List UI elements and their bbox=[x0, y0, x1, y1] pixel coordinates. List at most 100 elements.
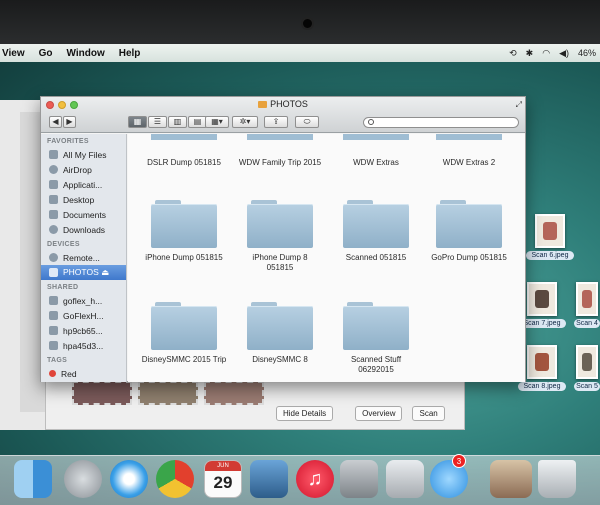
sidebar-header-favorites: FAVORITES bbox=[47, 138, 89, 145]
hide-details-button[interactable]: Hide Details bbox=[276, 405, 334, 421]
sidebar-item-shared[interactable]: hpa45d3... bbox=[41, 338, 126, 353]
finder-window[interactable]: PHOTOS ⤢ ◀ ▶ ▦ ☰ ▥ ▤ ▦▾ ✲▾ ⇪ ⬭ FAVORITES… bbox=[40, 96, 526, 382]
finder-dock-icon[interactable] bbox=[14, 460, 52, 498]
folder-name: Scanned Stuff 06292015 bbox=[350, 355, 402, 374]
photo-stack-icon[interactable] bbox=[490, 460, 532, 498]
status-menus: ⟲ ✱ ◠ ◀) 46% bbox=[509, 44, 596, 62]
folder-item[interactable]: Scanned Stuff 06292015 bbox=[331, 302, 421, 375]
sidebar-item-desktop[interactable]: Desktop bbox=[41, 192, 126, 207]
folder-name: iPhone Dump 8 051815 bbox=[252, 253, 308, 272]
folder-name: iPhone Dump 051815 bbox=[145, 253, 223, 262]
bluetooth-icon[interactable]: ✱ bbox=[526, 48, 534, 59]
folder-content[interactable]: DSLR Dump 051815 WDW Family Trip 2015 WD… bbox=[128, 134, 525, 382]
folder-name[interactable]: DSLR Dump 051815 bbox=[134, 158, 234, 167]
folder-item[interactable]: DisneySMMC 2015 Trip bbox=[139, 302, 229, 365]
image-thumbnail bbox=[527, 345, 557, 379]
window-title: PHOTOS bbox=[41, 99, 525, 109]
forward-button[interactable]: ▶ bbox=[63, 116, 76, 128]
share-button[interactable]: ⇪ bbox=[264, 116, 288, 128]
desktop-file[interactable]: Scan 5 bbox=[574, 345, 600, 391]
sidebar-item-photos[interactable]: PHOTOS ⏏ bbox=[41, 265, 126, 280]
sidebar-item-label: PHOTOS ⏏ bbox=[63, 267, 110, 277]
safari-compass-icon[interactable] bbox=[110, 460, 148, 498]
folder-icon[interactable] bbox=[247, 134, 313, 140]
folder-name[interactable]: WDW Extras 2 bbox=[419, 158, 519, 167]
folder-icon bbox=[151, 200, 217, 248]
messages-badge: 3 bbox=[452, 454, 466, 468]
menu-help[interactable]: Help bbox=[119, 48, 141, 59]
icon-view-button[interactable]: ▦ bbox=[128, 116, 147, 128]
wifi-icon[interactable]: ◠ bbox=[542, 48, 550, 59]
file-label: Scan 8.jpeg bbox=[518, 382, 566, 391]
iphoto-icon[interactable] bbox=[250, 460, 288, 498]
image-capture-camera-icon[interactable] bbox=[386, 460, 424, 498]
network-computer-icon bbox=[49, 326, 58, 335]
image-thumbnail bbox=[535, 214, 565, 248]
calendar-day: 29 bbox=[213, 473, 233, 492]
back-button[interactable]: ◀ bbox=[49, 116, 62, 128]
volume-icon[interactable]: ◀) bbox=[559, 48, 569, 59]
sidebar-item-label: All My Files bbox=[63, 149, 107, 160]
launchpad-rocket-icon[interactable] bbox=[64, 460, 102, 498]
sidebar-item-applications[interactable]: Applicati... bbox=[41, 177, 126, 192]
folder-name: DisneySMMC 8 bbox=[252, 355, 308, 364]
title-bar[interactable]: PHOTOS ⤢ ◀ ▶ ▦ ☰ ▥ ▤ ▦▾ ✲▾ ⇪ ⬭ bbox=[41, 97, 525, 133]
action-gear-icon[interactable]: ✲▾ bbox=[232, 116, 258, 128]
sidebar-item-shared[interactable]: hp9cb65... bbox=[41, 323, 126, 338]
chrome-icon[interactable] bbox=[156, 460, 194, 498]
menu-go[interactable]: Go bbox=[39, 48, 53, 59]
folder-icon[interactable] bbox=[436, 134, 502, 140]
sidebar-item-airdrop[interactable]: AirDrop bbox=[41, 162, 126, 177]
arrange-button[interactable]: ▦▾ bbox=[205, 116, 229, 128]
stamp-thumbnail bbox=[138, 381, 198, 405]
search-icon bbox=[368, 119, 374, 125]
folder-name[interactable]: WDW Family Trip 2015 bbox=[230, 158, 330, 167]
sidebar-item-label: Remote... bbox=[63, 252, 100, 263]
desktop-file[interactable]: Scan 6.jpeg bbox=[526, 214, 574, 260]
search-input[interactable] bbox=[363, 117, 519, 128]
folder-icon[interactable] bbox=[343, 134, 409, 140]
overview-button[interactable]: Overview bbox=[355, 405, 403, 421]
tags-button[interactable]: ⬭ bbox=[295, 116, 319, 128]
sidebar-item-shared[interactable]: goflex_h... bbox=[41, 293, 126, 308]
desktop-file[interactable]: Scan 4 bbox=[574, 282, 600, 328]
menu-view[interactable]: View bbox=[2, 48, 25, 59]
battery-percent[interactable]: 46% bbox=[578, 48, 596, 58]
folder-icon[interactable] bbox=[151, 134, 217, 140]
folder-item[interactable]: DisneySMMC 8 bbox=[235, 302, 325, 365]
trash-icon[interactable] bbox=[538, 460, 576, 498]
column-view-button[interactable]: ▥ bbox=[168, 116, 187, 128]
system-preferences-gear-icon[interactable] bbox=[340, 460, 378, 498]
stamp-thumbnail bbox=[72, 381, 132, 405]
camera-icon bbox=[303, 19, 312, 28]
image-capture-toolbar: Hide Details Overview Scan bbox=[276, 400, 462, 426]
file-label: Scan 5 bbox=[574, 382, 600, 391]
screen: View Go Window Help ⟲ ✱ ◠ ◀) 46% Hide De… bbox=[0, 0, 600, 505]
list-view-button[interactable]: ☰ bbox=[148, 116, 167, 128]
sidebar-item-tag-red[interactable]: Red bbox=[41, 366, 126, 381]
image-thumbnail bbox=[576, 345, 598, 379]
disc-icon bbox=[49, 253, 58, 262]
itunes-music-icon[interactable]: ♫ bbox=[296, 460, 334, 498]
folder-item[interactable]: GoPro Dump 051815 bbox=[424, 200, 514, 263]
menu-window[interactable]: Window bbox=[67, 48, 105, 59]
sidebar-item-remote-disc[interactable]: Remote... bbox=[41, 250, 126, 265]
network-computer-icon bbox=[49, 341, 58, 350]
folder-item[interactable]: Scanned 051815 bbox=[331, 200, 421, 263]
folder-item[interactable]: iPhone Dump 8 051815 bbox=[235, 200, 325, 273]
scan-button[interactable]: Scan bbox=[412, 405, 445, 421]
sidebar-item-downloads[interactable]: Downloads bbox=[41, 222, 126, 237]
file-label: Scan 4 bbox=[574, 319, 600, 328]
sidebar-item-all-my-files[interactable]: All My Files bbox=[41, 147, 126, 162]
sidebar-header-shared: SHARED bbox=[47, 284, 79, 291]
sidebar-header-tags: TAGS bbox=[47, 357, 68, 364]
sidebar-item-documents[interactable]: Documents bbox=[41, 207, 126, 222]
sidebar-item-label: hp9cb65... bbox=[63, 325, 103, 336]
folder-item[interactable]: iPhone Dump 051815 bbox=[139, 200, 229, 263]
fullscreen-icon[interactable]: ⤢ bbox=[516, 100, 522, 110]
time-machine-icon[interactable]: ⟲ bbox=[509, 48, 517, 59]
calendar-icon[interactable]: JUN 29 bbox=[204, 460, 242, 498]
folder-name: GoPro Dump 051815 bbox=[431, 253, 507, 262]
sidebar-item-shared[interactable]: GoFlexH... bbox=[41, 308, 126, 323]
folder-name[interactable]: WDW Extras bbox=[326, 158, 426, 167]
